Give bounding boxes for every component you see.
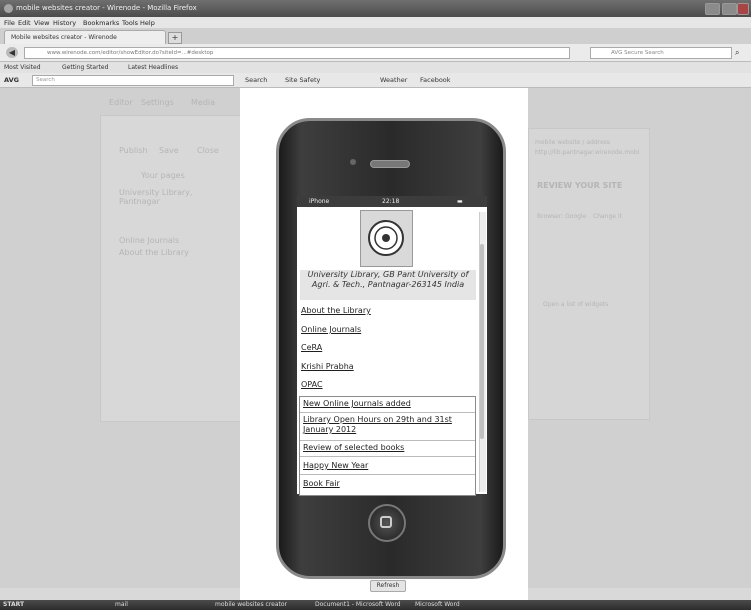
link-about-library[interactable]: About the Library [301, 306, 371, 315]
carrier: iPhone [309, 198, 330, 205]
review-panel: mobile website / address http://lib.pant… [528, 128, 650, 420]
back-button[interactable]: ◀ [6, 47, 18, 58]
page-item[interactable]: University Library, Pantnagar [119, 188, 209, 206]
site-address-label: mobile website / address [535, 139, 610, 146]
refresh-button[interactable]: Refresh [370, 580, 406, 592]
editor-tab[interactable]: Editor [109, 98, 133, 107]
tab-bar: Mobile websites creator - Wirenode + [0, 28, 751, 45]
site-address: http://lib.pantnagar.wirenode.mobi [535, 149, 640, 156]
site-safety-button[interactable]: Site Safety [285, 76, 320, 84]
pages-title: Your pages [141, 171, 185, 180]
taskbar: START mail mobile websites creator Docum… [0, 600, 751, 610]
page-item[interactable]: About the Library [119, 248, 189, 257]
weather-button[interactable]: Weather [380, 76, 407, 84]
tab-label: Mobile websites creator - Wirenode [11, 34, 117, 41]
widgets-link[interactable]: Open a list of widgets [543, 301, 608, 308]
search-icon[interactable]: ⌕ [735, 48, 739, 58]
clock: 22:18 [382, 198, 400, 205]
university-logo [360, 210, 413, 267]
menu-view[interactable]: View [34, 19, 49, 27]
url-text: www.wirenode.com/editor/showEditor.do?si… [47, 49, 214, 56]
link-online-journals[interactable]: Online Journals [301, 325, 361, 334]
start-button[interactable]: START [3, 601, 24, 608]
link-krishi-prabha[interactable]: Krishi Prabha [301, 362, 354, 371]
menu-bookmarks[interactable]: Bookmarks [83, 19, 119, 27]
news-item[interactable]: Review of selected books [300, 443, 475, 457]
media-tab[interactable]: Media [191, 98, 215, 107]
taskbar-item[interactable]: mail [115, 601, 128, 608]
save-button[interactable]: Save [159, 146, 179, 155]
browser-label: Browser: Google [537, 213, 587, 220]
bookmark-most-visited[interactable]: Most Visited [4, 64, 41, 71]
maximize-button[interactable] [722, 3, 737, 15]
close-editor-button[interactable]: Close [197, 146, 219, 155]
navigation-bar: ◀ www.wirenode.com/editor/showEditor.do?… [0, 44, 751, 62]
phone-scroll-thumb[interactable] [480, 244, 484, 439]
avg-search-input[interactable]: Search [32, 75, 234, 86]
taskbar-item[interactable]: Document1 - Microsoft Word [315, 601, 401, 608]
firefox-icon [4, 4, 13, 13]
taskbar-item[interactable]: mobile websites creator [215, 601, 287, 608]
menu-edit[interactable]: Edit [18, 19, 31, 27]
new-tab-button[interactable]: + [168, 32, 182, 44]
avg-search-button[interactable]: Search [245, 76, 267, 84]
phone-status-bar: iPhone 22:18 ▬ [297, 196, 487, 207]
menu-tools[interactable]: Tools [122, 19, 138, 27]
search-placeholder: AVG Secure Search [611, 49, 664, 56]
bookmarks-bar: Most Visited Getting Started Latest Head… [0, 62, 751, 73]
news-item[interactable]: Book Fair [300, 479, 475, 493]
camera-icon [350, 159, 356, 165]
news-item[interactable]: Library Open Hours on 29th and 31st Janu… [300, 415, 475, 441]
page-item[interactable]: Online Journals [119, 236, 179, 245]
tab-wirenode[interactable]: Mobile websites creator - Wirenode [4, 30, 166, 45]
title-bar: mobile websites creator - Wirenode - Moz… [0, 0, 751, 17]
battery-icon: ▬ [457, 198, 463, 205]
news-item[interactable]: New Online Journals added [300, 399, 475, 413]
avg-toolbar: AVG Search Search Site Safety Weather Fa… [0, 73, 751, 88]
menu-bar: File Edit View History Bookmarks Tools H… [0, 17, 751, 28]
review-title: REVIEW YOUR SITE [537, 181, 623, 190]
home-square-icon [380, 516, 392, 528]
avg-logo: AVG [4, 76, 19, 84]
bookmark-getting-started[interactable]: Getting Started [62, 64, 108, 71]
facebook-button[interactable]: Facebook [420, 76, 451, 84]
change-link[interactable]: Change it [593, 213, 622, 220]
avg-search-placeholder: Search [36, 77, 55, 83]
news-list: New Online Journals added Library Open H… [299, 396, 476, 496]
link-opac[interactable]: OPAC [301, 380, 323, 389]
publish-button[interactable]: Publish [119, 146, 148, 155]
menu-help[interactable]: Help [140, 19, 155, 27]
menu-history[interactable]: History [53, 19, 76, 27]
news-item[interactable]: Happy New Year [300, 461, 475, 475]
search-box[interactable]: AVG Secure Search [590, 47, 732, 59]
url-bar[interactable]: www.wirenode.com/editor/showEditor.do?si… [24, 47, 570, 59]
settings-tab[interactable]: Settings [141, 98, 174, 107]
editor-panel: Editor Settings Media Publish Save Close… [100, 98, 242, 422]
menu-file[interactable]: File [4, 19, 15, 27]
window-title: mobile websites creator - Wirenode - Moz… [16, 4, 197, 12]
bookmark-latest-headlines[interactable]: Latest Headlines [128, 64, 178, 71]
taskbar-item[interactable]: Microsoft Word [415, 601, 460, 608]
speaker-icon [370, 160, 410, 168]
link-cera[interactable]: CeRA [301, 343, 322, 352]
university-name: University Library, GB Pant University o… [300, 270, 476, 300]
close-button[interactable] [737, 3, 749, 15]
minimize-button[interactable] [705, 3, 720, 15]
